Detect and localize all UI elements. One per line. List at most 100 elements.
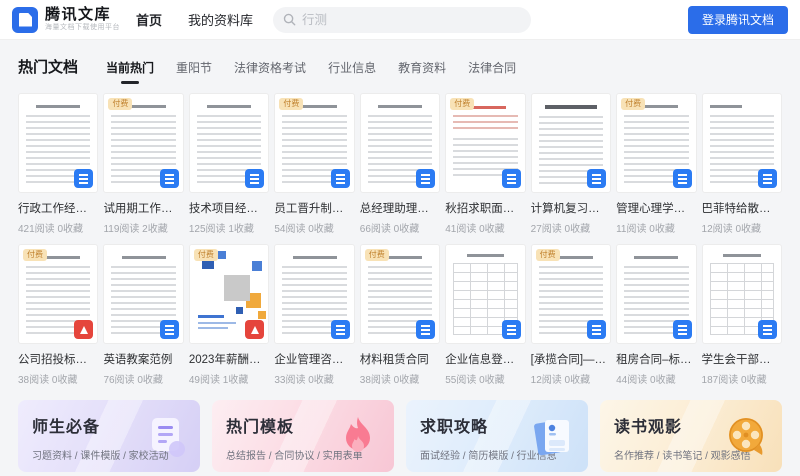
category-tabs: 当前热门 重阳节 法律资格考试 行业信息 教育资料 法律合同 [106,58,516,85]
document-thumbnail [445,244,526,344]
category-tab[interactable]: 行业信息 [328,58,376,85]
tencent-docs-logo-icon [12,6,38,33]
paid-badge: 付费 [450,98,475,110]
nav-item[interactable]: 我的资料库 [188,10,253,29]
paid-badge: 付费 [193,249,218,261]
doc-file-icon [672,320,692,339]
film-reel-icon [722,412,770,460]
pdf-file-icon [245,320,265,339]
doc-file-icon [672,169,692,188]
paid-badge: 付费 [364,249,389,261]
document-card[interactable]: 企业信息登记表 55阅读 0收藏 [445,244,526,386]
search-box[interactable] [273,6,532,33]
document-stats: 125阅读 1收藏 [188,224,254,235]
document-thumbnail [530,93,612,193]
document-title: 材料租赁合同 [359,354,429,366]
document-thumbnail [616,244,697,344]
document-card[interactable]: 付费 秋招求职面试技巧 41阅读 0收藏 [445,93,526,235]
document-card[interactable]: 付费 材料租赁合同 38阅读 0收藏 [359,244,441,386]
nav-item[interactable]: 首页 [136,10,162,29]
document-title: 公司招投标授权... [18,354,99,366]
document-title: [承揽合同]—加... [530,354,612,366]
top-header: 腾讯文库 海量文档下载使用平台 首页 我的资料库 登录腾讯文档 [0,0,800,40]
document-thumbnail: 付费 [616,93,697,193]
document-card[interactable]: 技术项目经理面... 125阅读 1收藏 [188,93,270,235]
document-thumbnail: 付费 [18,244,99,344]
document-stats: 12阅读 0收藏 [530,375,591,386]
document-title: 管理心理学—复习... [616,203,697,215]
document-stats: 421阅读 0收藏 [18,224,84,235]
document-title: 企业管理咨询合同 [274,354,355,366]
documents-grid-row2: 付费 公司招投标授权... 38阅读 0收藏 英语教案范例 76阅读 0收藏 付… [0,244,800,386]
document-card[interactable]: 计算机复习资料 27阅读 0收藏 [530,93,612,235]
tencent-library-logo[interactable]: 腾讯文库 海量文档下载使用平台 [12,6,120,33]
document-stats: 66阅读 0收藏 [359,224,420,235]
document-title: 英语教案范例 [103,354,173,366]
document-title: 行政工作经验分... [18,203,99,215]
document-card[interactable]: 付费 [承揽合同]—加... 12阅读 0收藏 [530,244,612,386]
category-tab[interactable]: 法律资格考试 [234,58,306,85]
doc-file-icon [159,320,179,339]
document-stats: 44阅读 0收藏 [616,375,676,386]
document-thumbnail [18,93,99,193]
doc-file-icon [757,169,777,188]
doc-file-icon [501,169,521,188]
document-thumbnail: 付费 [188,244,270,344]
document-card[interactable]: 付费 管理心理学—复习... 11阅读 0收藏 [616,93,697,235]
category-tab[interactable]: 重阳节 [176,58,212,85]
document-thumbnail: 付费 [530,244,612,344]
document-title: 总经理助理工作... [359,203,441,215]
document-thumbnail [103,244,184,344]
document-title: 员工晋升制度及... [274,203,355,215]
document-card[interactable]: 付费 试用期工作经验... 119阅读 2收藏 [103,93,184,235]
document-stats: 11阅读 0收藏 [616,224,675,235]
logo-tagline: 海量文档下载使用平台 [45,23,120,31]
promo-banner[interactable]: 读书观影 名作推荐 / 读书笔记 / 观影感悟 [600,400,782,472]
category-tab[interactable]: 法律合同 [468,58,516,85]
document-thumbnail: 付费 [359,244,441,344]
document-stats: 55阅读 0收藏 [445,375,505,386]
promo-banner[interactable]: 师生必备 习题资料 / 课件模版 / 家校活动 [18,400,200,472]
document-title: 企业信息登记表 [445,354,526,366]
logo-title: 腾讯文库 [45,6,112,24]
search-input[interactable] [302,12,522,27]
resume-icon [528,412,576,460]
document-card[interactable]: 付费 2023年薪酬报告... 49阅读 1收藏 [188,244,270,386]
category-tab[interactable]: 当前热门 [106,58,154,85]
document-stats: 49阅读 1收藏 [188,375,249,386]
document-stats: 33阅读 0收藏 [274,375,334,386]
doc-file-icon [245,169,265,188]
paid-badge: 付费 [23,249,47,261]
doc-file-icon [501,320,521,339]
document-title: 学生会干部竞选... [701,354,782,366]
document-card[interactable]: 巴菲特给散户的9... 12阅读 0收藏 [701,93,782,235]
document-card[interactable]: 总经理助理工作... 66阅读 0收藏 [359,93,441,235]
document-title: 2023年薪酬报告... [188,354,270,366]
login-button[interactable]: 登录腾讯文档 [687,5,788,34]
paid-badge: 付费 [279,98,304,110]
document-thumbnail: 付费 [274,93,355,193]
category-tab[interactable]: 教育资料 [398,58,446,85]
document-stats: 38阅读 0收藏 [18,375,78,386]
paid-badge: 付费 [621,98,646,110]
document-title: 计算机复习资料 [530,203,612,215]
document-card[interactable]: 企业管理咨询合同 33阅读 0收藏 [274,244,355,386]
document-thumbnail [359,93,441,193]
document-stats: 187阅读 0收藏 [701,375,767,386]
paid-badge: 付费 [535,249,560,261]
flame-icon [334,412,382,460]
document-card[interactable]: 行政工作经验分... 421阅读 0收藏 [18,93,99,235]
doc-file-icon [159,169,179,188]
promo-banner[interactable]: 求职攻略 面试经验 / 简历模版 / 行业信息 [406,400,588,472]
document-stats: 12阅读 0收藏 [701,224,762,235]
document-card[interactable]: 付费 公司招投标授权... 38阅读 0收藏 [18,244,99,386]
document-card[interactable]: 付费 员工晋升制度及... 54阅读 0收藏 [274,93,355,235]
document-title: 巴菲特给散户的9... [701,203,782,215]
document-thumbnail: 付费 [445,93,526,193]
document-card[interactable]: 英语教案范例 76阅读 0收藏 [103,244,184,386]
document-thumbnail: 付费 [103,93,184,193]
document-card[interactable]: 租房合同–标准版 44阅读 0收藏 [616,244,697,386]
document-card[interactable]: 学生会干部竞选... 187阅读 0收藏 [701,244,782,386]
documents-grid-row1: 行政工作经验分... 421阅读 0收藏 付费 试用期工作经验... 119阅读… [0,93,800,235]
promo-banner[interactable]: 热门模板 总结报告 / 合同协议 / 实用表单 [212,400,394,472]
